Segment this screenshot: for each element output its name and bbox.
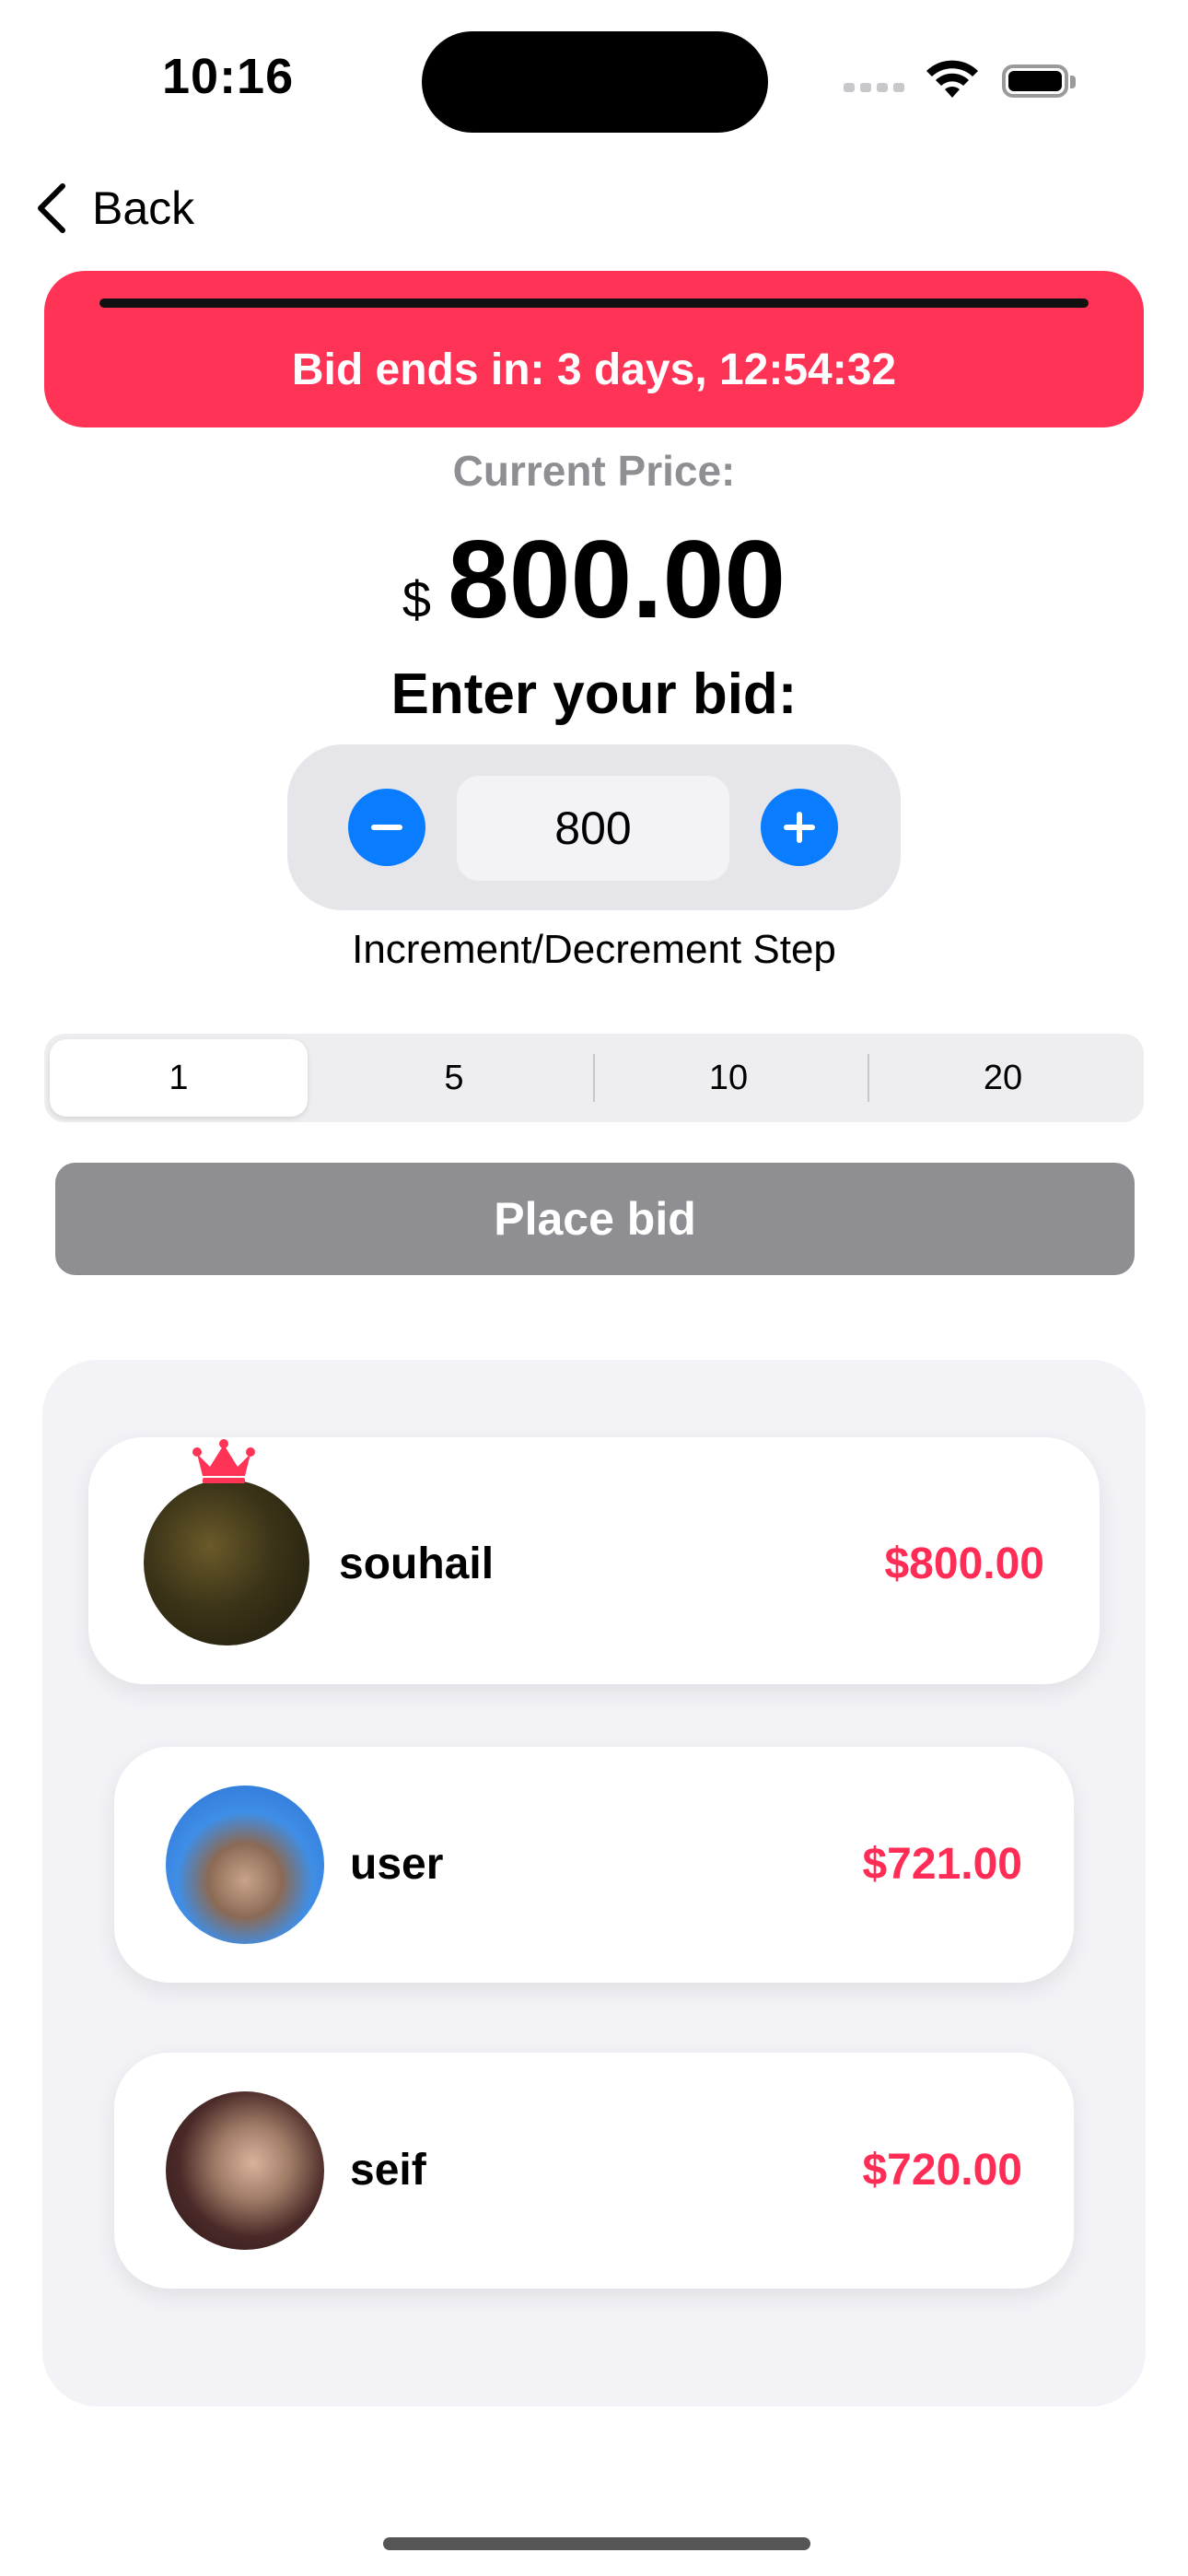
increment-button[interactable] [761,789,838,866]
bidder-name: souhail [339,1540,495,1588]
bidder-card: seif $720.00 [114,2053,1074,2289]
minus-icon [371,825,402,830]
bidders-list: souhail $800.00 user $721.00 seif $720.0… [42,1360,1146,2406]
decrement-button[interactable] [348,789,425,866]
enter-bid-label: Enter your bid: [390,662,798,726]
back-button[interactable]: Back [33,181,194,236]
avatar [166,1786,324,1944]
wifi-icon [926,60,978,98]
cellular-signal-icon [844,83,904,92]
dynamic-island [422,31,768,133]
avatar [144,1480,309,1645]
step-option-10[interactable]: 10 [595,1039,862,1117]
chevron-left-icon [38,183,65,233]
place-bid-button[interactable]: Place bid [55,1163,1135,1275]
bid-amount: $721.00 [862,1840,1022,1889]
bidder-card: souhail $800.00 [88,1437,1100,1684]
currency-symbol: $ [402,570,432,628]
current-price: $ 800.00 [0,516,1188,643]
bidder-name: user [350,1840,444,1889]
status-time: 10:16 [162,49,295,104]
countdown-banner: Bid ends in: 3 days, 12:54:32 [44,271,1144,427]
bidder-card: user $721.00 [114,1747,1074,1983]
step-label: Increment/Decrement Step [352,927,836,972]
battery-icon [1002,64,1076,98]
current-price-label: Current Price: [452,447,736,495]
avatar [166,2091,324,2250]
countdown-progress-bar [99,299,1089,308]
bid-stepper [287,744,901,910]
back-label: Back [92,182,195,234]
step-option-5[interactable]: 5 [320,1039,588,1117]
bid-amount-input[interactable] [457,776,729,881]
current-price-value: 800.00 [448,518,786,641]
home-indicator [383,2537,810,2550]
step-option-1[interactable]: 1 [50,1039,308,1117]
countdown-text: Bid ends in: 3 days, 12:54:32 [291,345,897,394]
bid-amount: $720.00 [862,2146,1022,2195]
crown-icon [192,1439,255,1483]
plus-icon [784,812,815,843]
step-segmented-control: 1 5 10 20 [44,1034,1144,1122]
bid-amount: $800.00 [884,1540,1044,1588]
step-option-20[interactable]: 20 [869,1039,1136,1117]
bidder-name: seif [350,2146,426,2195]
